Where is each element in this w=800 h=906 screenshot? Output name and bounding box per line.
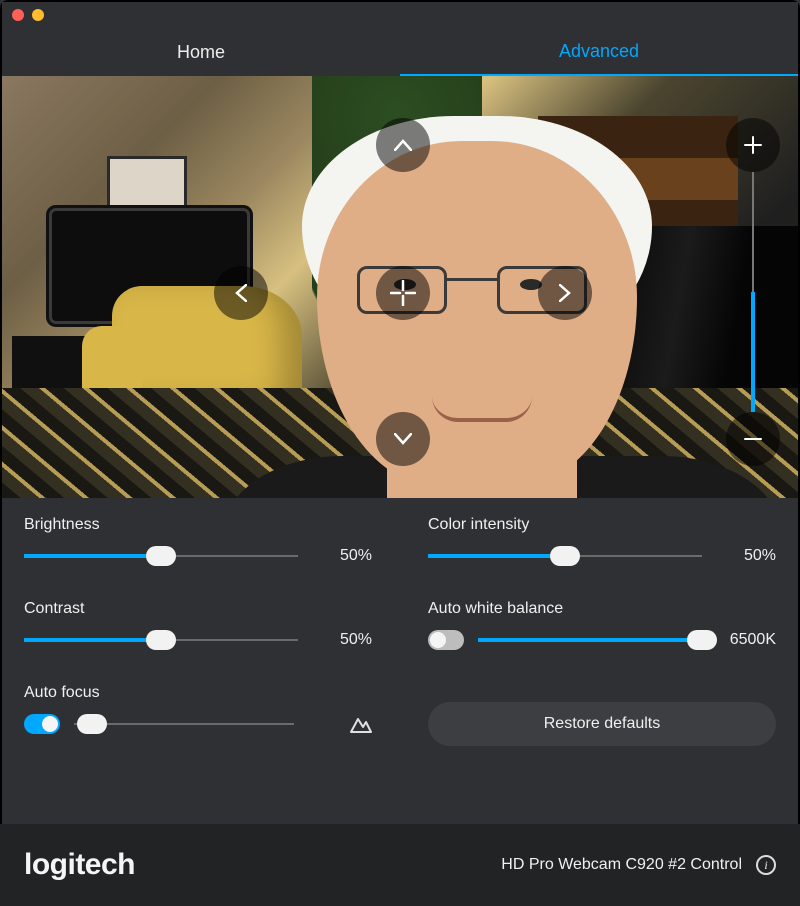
pan-down-button[interactable] bbox=[376, 412, 430, 466]
device-name: HD Pro Webcam C920 #2 Control bbox=[501, 856, 742, 874]
zoom-in-button[interactable] bbox=[726, 118, 780, 172]
camera-preview bbox=[2, 76, 798, 498]
tab-home[interactable]: Home bbox=[2, 28, 400, 76]
contrast-value: 50% bbox=[312, 631, 372, 649]
focus-mountain-icon bbox=[350, 715, 372, 733]
pan-right-button[interactable] bbox=[538, 266, 592, 320]
pan-up-button[interactable] bbox=[376, 118, 430, 172]
minimize-window-button[interactable] bbox=[32, 9, 44, 21]
auto-focus-toggle[interactable] bbox=[24, 714, 60, 734]
footer: logitech HD Pro Webcam C920 #2 Control i bbox=[0, 824, 800, 906]
white-balance-slider[interactable] bbox=[478, 630, 702, 650]
contrast-slider[interactable] bbox=[24, 630, 298, 650]
brightness-label: Brightness bbox=[24, 516, 372, 534]
zoom-slider-fill bbox=[751, 292, 755, 412]
info-icon[interactable]: i bbox=[756, 855, 776, 875]
contrast-label: Contrast bbox=[24, 600, 372, 618]
color-intensity-control: Color intensity 50% bbox=[428, 516, 776, 566]
brightness-slider[interactable] bbox=[24, 546, 298, 566]
auto-focus-label: Auto focus bbox=[24, 684, 372, 702]
pan-center-button[interactable] bbox=[376, 266, 430, 320]
auto-focus-control: Auto focus bbox=[24, 684, 372, 746]
color-intensity-slider[interactable] bbox=[428, 546, 702, 566]
focus-slider[interactable] bbox=[74, 714, 294, 734]
auto-white-balance-control: Auto white balance 6500K bbox=[428, 600, 776, 650]
brightness-value: 50% bbox=[312, 547, 372, 565]
close-window-button[interactable] bbox=[12, 9, 24, 21]
color-intensity-value: 50% bbox=[716, 547, 776, 565]
contrast-control: Contrast 50% bbox=[24, 600, 372, 650]
titlebar bbox=[2, 2, 798, 28]
brightness-control: Brightness 50% bbox=[24, 516, 372, 566]
white-balance-value: 6500K bbox=[716, 631, 776, 649]
restore-defaults-container: Restore defaults bbox=[428, 684, 776, 746]
brand-logo: logitech bbox=[24, 848, 135, 882]
tab-advanced[interactable]: Advanced bbox=[400, 28, 798, 76]
pan-left-button[interactable] bbox=[214, 266, 268, 320]
auto-white-balance-toggle[interactable] bbox=[428, 630, 464, 650]
auto-white-balance-label: Auto white balance bbox=[428, 600, 776, 618]
controls-panel: Brightness 50% Color intensity 50% Contr… bbox=[2, 498, 798, 754]
restore-defaults-button[interactable]: Restore defaults bbox=[428, 702, 776, 746]
tab-bar: Home Advanced bbox=[2, 28, 798, 76]
zoom-out-button[interactable] bbox=[726, 412, 780, 466]
color-intensity-label: Color intensity bbox=[428, 516, 776, 534]
